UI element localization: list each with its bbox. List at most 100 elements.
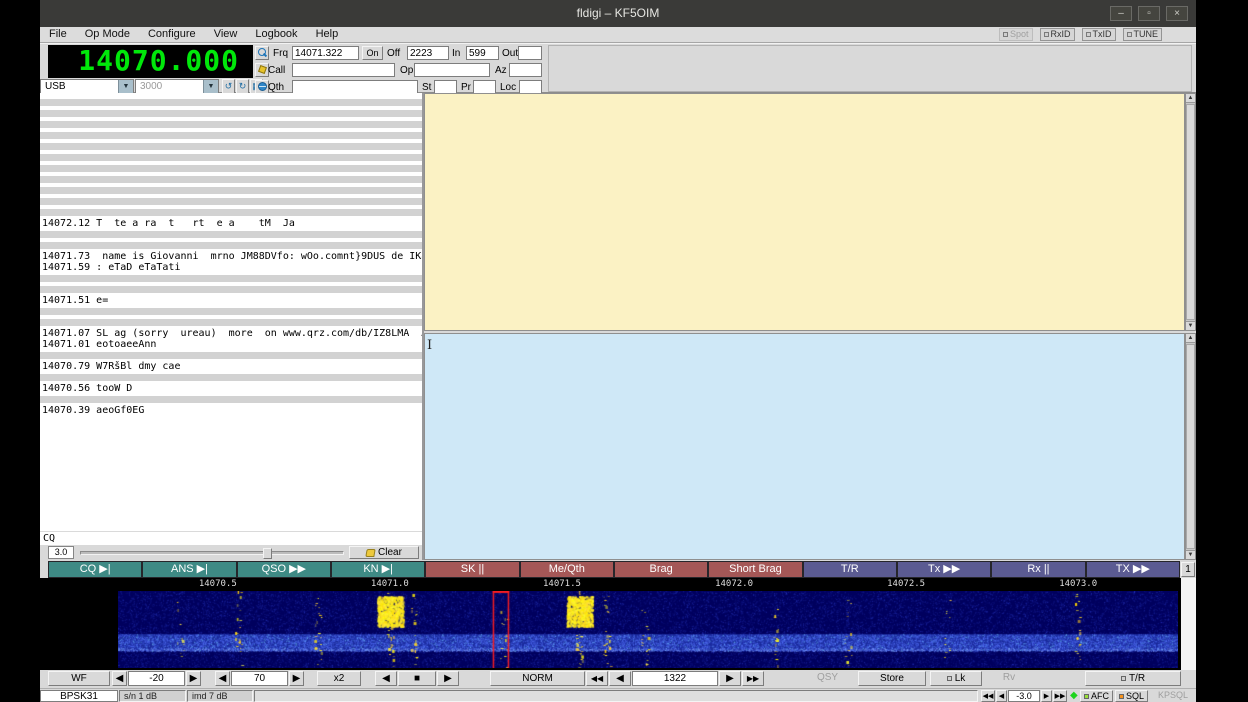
upper-signal-dec-button[interactable]: ◀: [112, 671, 127, 686]
carrier-up-button[interactable]: ▶: [719, 671, 741, 686]
macro-button-me-qth[interactable]: Me/Qth: [520, 561, 614, 578]
browser-row-empty[interactable]: [40, 185, 422, 196]
macro-button-brag[interactable]: Brag: [614, 561, 708, 578]
reset-filter-button[interactable]: ↺: [222, 79, 235, 94]
browser-row-empty[interactable]: [40, 394, 422, 405]
browser-row[interactable]: 14070.39 aeoGf0EG: [40, 405, 422, 416]
upper-signal-inc-button[interactable]: ▶: [186, 671, 201, 686]
browser-row-empty[interactable]: [40, 141, 422, 152]
signal-browser[interactable]: 14072.12 T te a ra t rt e a tM Ja14071.7…: [40, 93, 424, 560]
rx-scrollbar-thumb[interactable]: [1186, 104, 1195, 320]
wf-toggle-button[interactable]: WF: [48, 671, 110, 686]
sql-toggle[interactable]: SQL: [1115, 690, 1148, 702]
browser-row[interactable]: 14071.01 eotoaeeAnn: [40, 339, 422, 350]
rxid-toggle[interactable]: RxID: [1040, 28, 1075, 41]
waterfall-canvas[interactable]: [118, 591, 1178, 668]
macro-button-ans[interactable]: ANS ▶|: [142, 561, 236, 578]
carrier-down-button[interactable]: ◀: [609, 671, 631, 686]
macro-button-cq[interactable]: CQ ▶|: [48, 561, 142, 578]
browser-row-empty[interactable]: [40, 350, 422, 361]
mode-selector[interactable]: BPSK31: [40, 690, 118, 702]
browser-clear-button[interactable]: Clear: [349, 546, 419, 559]
maximize-button[interactable]: ▫: [1138, 6, 1160, 21]
st-input[interactable]: [434, 80, 457, 94]
menu-configure[interactable]: Configure: [139, 27, 205, 42]
scroll-up-icon[interactable]: ▲: [1186, 94, 1195, 103]
map-lookup-button[interactable]: [255, 80, 269, 94]
browser-row[interactable]: 14071.59 : eTaD eTaTati: [40, 262, 422, 273]
close-button[interactable]: ×: [1166, 6, 1188, 21]
mode-combo[interactable]: USB ▼: [40, 79, 134, 94]
browser-row-empty[interactable]: [40, 97, 422, 108]
waterfall-ruler[interactable]: 14070.514071.014071.514072.014072.514073…: [118, 578, 1178, 591]
store-button[interactable]: Store: [858, 671, 926, 686]
scroll-down-icon[interactable]: ▼: [1186, 550, 1195, 559]
browser-row-empty[interactable]: [40, 284, 422, 295]
browser-row-empty[interactable]: [40, 130, 422, 141]
off-input[interactable]: [407, 46, 449, 60]
pr-input[interactable]: [473, 80, 496, 94]
browser-row-empty[interactable]: [40, 240, 422, 251]
browser-row-empty[interactable]: [40, 196, 422, 207]
chevron-down-icon[interactable]: ▼: [118, 80, 133, 93]
macro-button-t-r[interactable]: T/R: [803, 561, 897, 578]
tune-toggle[interactable]: TUNE: [1123, 28, 1163, 41]
wf-speed-button[interactable]: NORM: [490, 671, 585, 686]
clear-log-fields-button[interactable]: [255, 63, 269, 77]
carrier-down-fast-button[interactable]: ◀◀: [586, 671, 608, 686]
seek-text-row[interactable]: CQ: [40, 531, 422, 545]
out-input[interactable]: [518, 46, 542, 60]
qth-input[interactable]: [292, 80, 418, 94]
browser-row-empty[interactable]: [40, 119, 422, 130]
afc-offset-up-fast-button[interactable]: ▶▶: [1053, 690, 1067, 702]
restore-defaults-button[interactable]: ↻: [236, 79, 249, 94]
frq-input[interactable]: [292, 46, 359, 60]
op-input[interactable]: [414, 63, 490, 77]
browser-row-empty[interactable]: [40, 372, 422, 383]
scroll-down-icon[interactable]: ▼: [1186, 321, 1195, 330]
browser-row-empty[interactable]: [40, 163, 422, 174]
browser-row-empty[interactable]: [40, 108, 422, 119]
squelch-slider[interactable]: [80, 551, 344, 555]
squelch-slider-thumb[interactable]: [263, 548, 272, 559]
macro-button-kn[interactable]: KN ▶|: [331, 561, 425, 578]
browser-row[interactable]: 14071.07 SL ag (sorry ureau) more on www…: [40, 328, 422, 339]
macro-set-button[interactable]: 1: [1181, 562, 1195, 577]
in-input[interactable]: [466, 46, 499, 60]
macro-button-tx2[interactable]: TX ▶▶: [1086, 561, 1180, 578]
txrx-toggle[interactable]: T/R: [1085, 671, 1181, 686]
browser-row-empty[interactable]: [40, 317, 422, 328]
wf-center-button[interactable]: ■: [398, 671, 436, 686]
macro-button-short-brag[interactable]: Short Brag: [708, 561, 802, 578]
afc-offset-down-fast-button[interactable]: ◀◀: [981, 690, 995, 702]
on-button[interactable]: On: [362, 46, 383, 60]
afc-toggle[interactable]: AFC: [1080, 690, 1113, 702]
scroll-up-icon[interactable]: ▲: [1186, 334, 1195, 343]
titlebar[interactable]: fldigi – KF5OIM – ▫ ×: [40, 0, 1196, 27]
tx-scrollbar[interactable]: ▲ ▼: [1185, 333, 1196, 560]
menu-view[interactable]: View: [205, 27, 247, 42]
browser-row[interactable]: 14071.73 name is Giovanni mrno JM88DVfo:…: [40, 251, 422, 262]
menu-help[interactable]: Help: [307, 27, 348, 42]
browser-row-empty[interactable]: [40, 306, 422, 317]
browser-row-empty[interactable]: [40, 152, 422, 163]
menu-file[interactable]: File: [40, 27, 76, 42]
carrier-up-fast-button[interactable]: ▶▶: [742, 671, 764, 686]
frequency-display[interactable]: 14070.000: [48, 45, 253, 78]
browser-row-empty[interactable]: [40, 229, 422, 240]
macro-button-sk[interactable]: SK ||: [425, 561, 519, 578]
macro-button-rx[interactable]: Rx ||: [991, 561, 1085, 578]
browser-row[interactable]: 14071.51 e=: [40, 295, 422, 306]
menu-logbook[interactable]: Logbook: [246, 27, 306, 42]
lock-toggle[interactable]: Lk: [930, 671, 982, 686]
call-input[interactable]: [292, 63, 395, 77]
qrz-lookup-button[interactable]: [255, 46, 269, 60]
browser-row-empty[interactable]: [40, 174, 422, 185]
afc-offset-up-button[interactable]: ▶: [1041, 690, 1052, 702]
browser-row-empty[interactable]: [40, 273, 422, 284]
minimize-button[interactable]: –: [1110, 6, 1132, 21]
afc-offset-down-button[interactable]: ◀: [996, 690, 1007, 702]
macro-button-qso[interactable]: QSO ▶▶: [237, 561, 331, 578]
menu-op-mode[interactable]: Op Mode: [76, 27, 139, 42]
chevron-down-icon[interactable]: ▼: [203, 80, 218, 93]
